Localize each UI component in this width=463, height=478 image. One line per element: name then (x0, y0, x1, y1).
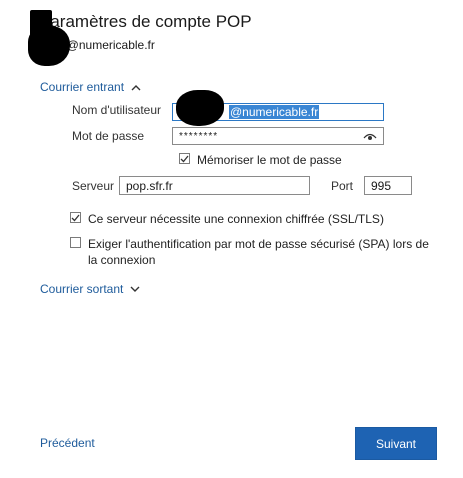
password-field[interactable]: ******** (172, 127, 384, 145)
server-field[interactable]: pop.sfr.fr (119, 176, 310, 195)
remember-password-row[interactable]: Mémoriser le mot de passe (179, 153, 342, 167)
previous-link[interactable]: Précédent (40, 436, 95, 450)
spa-label-line1: Exiger l'authentification par mot de pas… (88, 237, 429, 251)
port-label: Port (331, 179, 354, 193)
remember-password-label: Mémoriser le mot de passe (197, 153, 342, 167)
spa-label-line2: la connexion (88, 253, 156, 267)
incoming-mail-label: Courrier entrant (40, 80, 125, 94)
ssl-label: Ce serveur nécessite une connexion chiff… (88, 212, 384, 226)
outgoing-mail-label: Courrier sortant (40, 282, 124, 296)
port-field[interactable]: 995 (364, 176, 412, 195)
show-password-eye-icon[interactable] (363, 132, 377, 141)
page-title: Paramètres de compte POP (39, 12, 252, 31)
outgoing-mail-toggle[interactable]: Courrier sortant (40, 282, 140, 296)
incoming-mail-toggle[interactable]: Courrier entrant (40, 80, 141, 94)
chevron-up-icon (131, 84, 141, 90)
spa-row[interactable]: Exiger l'authentification par mot de pas… (70, 236, 440, 268)
spa-checkbox[interactable] (70, 237, 81, 248)
remember-password-checkbox[interactable] (179, 153, 190, 164)
ssl-row[interactable]: Ce serveur nécessite une connexion chiff… (70, 212, 384, 226)
server-value: pop.sfr.fr (126, 178, 173, 193)
password-label: Mot de passe (72, 129, 145, 143)
redaction-mark (28, 26, 70, 66)
server-label: Serveur (72, 179, 115, 193)
redaction-mark (176, 90, 224, 126)
ssl-checkbox[interactable] (70, 212, 81, 223)
checkmark-icon (180, 155, 189, 162)
chevron-down-icon (130, 286, 140, 292)
username-label: Nom d'utilisateur (72, 103, 161, 117)
password-value: ******** (179, 130, 219, 142)
username-value: @numericable.fr (229, 105, 320, 119)
next-button[interactable]: Suivant (355, 427, 437, 460)
checkmark-icon (71, 214, 80, 221)
port-value: 995 (371, 178, 392, 193)
account-email: a@numericable.fr (60, 38, 155, 52)
